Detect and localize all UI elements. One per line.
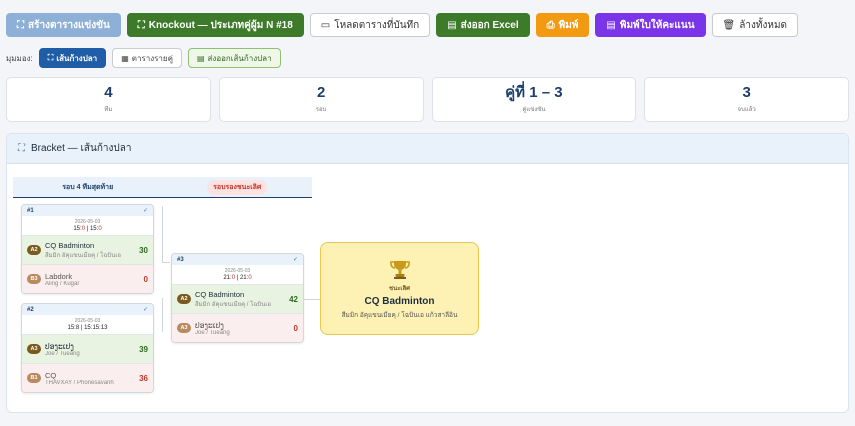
match-set-scores: 15:8 | 15:15:13: [67, 325, 108, 331]
view-mode-label: มุมมอง:: [6, 53, 33, 63]
player-name: CQ: [45, 370, 57, 380]
create-schedule-button[interactable]: ⛶ สร้างตารางแข่งขัน: [6, 13, 121, 37]
player-members: Joe / Tueang: [45, 350, 80, 357]
print-button[interactable]: ⎙ พิมพ์: [535, 13, 590, 37]
match-set-scores: 15:0 | 15:0: [73, 226, 102, 232]
bracket-connector: [162, 206, 163, 262]
match-set-scores: 21:0 | 21:0: [223, 275, 252, 281]
trash-icon: 🗑: [722, 19, 736, 31]
knockout-button[interactable]: ⛶ Knockout — ประเภทคู่ผู้ม N #18: [126, 13, 304, 37]
seed-badge: A3: [27, 344, 41, 354]
table-icon: ▦: [121, 53, 129, 63]
player-score: 0: [293, 323, 298, 333]
player-members: Joe / Tueang: [195, 329, 230, 336]
stats-row: 4 ทีม 2 รอบ คู่ที่ 1 – 3 คู่แข่งขัน 3 จบแล้ว: [6, 77, 849, 122]
sitemap-icon: ⛶: [137, 19, 145, 31]
bracket-panel-header: ⛶ Bracket — เส้นก้างปลา: [7, 134, 848, 164]
toolbar: ⛶ สร้างตารางแข่งขัน ⛶ Knockout — ประเภทคู่…: [6, 13, 799, 37]
player-name: CQ Badminton: [195, 289, 245, 299]
player-name: ປອງະເປງ: [195, 320, 224, 330]
file-image-icon: ▤: [196, 53, 205, 63]
view-mode-row: มุมมอง: ⛶ เส้นก้างปลา ▦ ตารางรายคู่ ▤ ส่งออ…: [6, 48, 281, 68]
export-fishbone-button[interactable]: ▤ ส่งออกเส้นก้างปลา: [187, 48, 281, 68]
stat-matches: คู่ที่ 1 – 3 คู่แข่งขัน: [431, 77, 637, 122]
stat-finished: 3 จบแล้ว: [644, 77, 849, 122]
bracket-connector: [162, 298, 163, 332]
champion-members: สีมมิก อัคุแขนเมียคุ / โฉบินเอ แก้วสาลีอ…: [341, 311, 458, 319]
bracket-panel: ⛶ Bracket — เส้นก้างปลา รอบ 4 ทีมสุดท้าย…: [6, 133, 849, 413]
player-name: CQ Badminton: [45, 240, 95, 250]
player-row: A3 ປອງະເປງ Joe / Tueang 0: [172, 313, 303, 342]
player-score: 0: [143, 274, 148, 284]
match-date: 2026-05-03: [74, 318, 101, 324]
bracket-connector: [162, 262, 170, 263]
player-score: 30: [139, 245, 148, 255]
player-score: 36: [139, 373, 148, 383]
sitemap-icon: ⛶: [17, 19, 24, 31]
seed-badge: A3: [177, 323, 191, 333]
match-header: #3 ✓: [172, 254, 303, 265]
player-row: A3 ປອງະເປງ Joe / Tueang 39: [22, 334, 153, 363]
match-date: 2026-05-03: [74, 219, 101, 225]
match-date: 2026-05-03: [224, 268, 251, 274]
round-header-1: รอบ 4 ทีมสุดท้าย: [62, 183, 114, 191]
check-icon: ✓: [292, 257, 298, 263]
check-icon: ✓: [142, 208, 148, 214]
stat-teams: 4 ทีม: [6, 77, 211, 122]
match-header: #1 ✓: [22, 205, 153, 216]
player-members: THAVXAY / Phonesavanh: [45, 379, 114, 386]
round-headers: รอบ 4 ทีมสุดท้าย รอบรองชนะเลิศ: [13, 177, 312, 198]
champion-label: ชนะเลิศ: [389, 285, 410, 292]
load-saved-button[interactable]: ▭ โหลดตารางที่บันทึก: [309, 13, 431, 37]
seed-badge: B1: [27, 373, 41, 383]
seed-badge: A2: [177, 294, 191, 304]
match-card-2[interactable]: #2 ✓ 2026-05-03 15:8 | 15:15:13 A3 ປອງະເປ…: [21, 303, 154, 393]
player-score: 42: [289, 294, 298, 304]
file-excel-icon: ▤: [447, 19, 457, 31]
player-row: B1 CQ THAVXAY / Phonesavanh 36: [22, 363, 153, 392]
print-scoresheet-button[interactable]: ▤ พิมพ์ใบให้คะแนน: [595, 13, 706, 37]
player-score: 39: [139, 344, 148, 354]
seed-badge: A2: [27, 245, 41, 255]
trophy-icon: [389, 260, 410, 279]
player-name: Labdork: [45, 271, 73, 281]
view-fishbone-button[interactable]: ⛶ เส้นก้างปลา: [38, 48, 107, 68]
bracket-title: Bracket — เส้นก้างปลา: [31, 143, 132, 154]
match-card-1[interactable]: #1 ✓ 2026-05-03 15:0 | 15:0 A2 CQ Badmint…: [21, 204, 154, 294]
player-row: B3 Labdork Aling / Kugar 0: [22, 264, 153, 293]
folder-open-icon: ▭: [320, 19, 331, 31]
player-members: Aling / Kugar: [45, 280, 80, 287]
stat-rounds: 2 รอบ: [218, 77, 424, 122]
match-card-3[interactable]: #3 ✓ 2026-05-03 21:0 | 21:0 A2 CQ Badmint…: [171, 253, 304, 343]
champion-name: CQ Badminton: [364, 295, 435, 307]
seed-badge: B3: [27, 274, 41, 284]
match-header: #2 ✓: [22, 304, 153, 315]
clear-all-button[interactable]: 🗑 ล้างทั้งหมด: [711, 13, 799, 37]
sitemap-icon: ⛶: [18, 143, 25, 154]
view-pairs-button[interactable]: ▦ ตารางรายคู่: [112, 48, 182, 68]
sitemap-icon: ⛶: [47, 53, 54, 62]
player-members: สีมมิก อัคุแขนเมียคุ / โฉบินเอ: [45, 252, 121, 259]
champion-card: ชนะเลิศ CQ Badminton สีมมิก อัคุแขนเมียค…: [320, 242, 479, 335]
player-name: ປອງະເປງ: [45, 341, 74, 351]
export-excel-button[interactable]: ▤ ส่งออก Excel: [436, 13, 530, 37]
player-row: A2 CQ Badminton สีมมิก อัคุแขนเมียคุ / โฉ…: [22, 235, 153, 264]
file-icon: ▤: [606, 19, 616, 31]
printer-icon: ⎙: [546, 19, 555, 31]
player-members: สีมมิก อัคุแขนเมียคุ / โฉบินเอ: [195, 301, 271, 308]
player-row: A2 CQ Badminton สีมมิก อัคุแขนเมียคุ / โฉ…: [172, 284, 303, 313]
check-icon: ✓: [142, 307, 148, 313]
round-header-2: รอบรองชนะเลิศ: [163, 177, 313, 197]
bracket-connector: [304, 299, 320, 300]
